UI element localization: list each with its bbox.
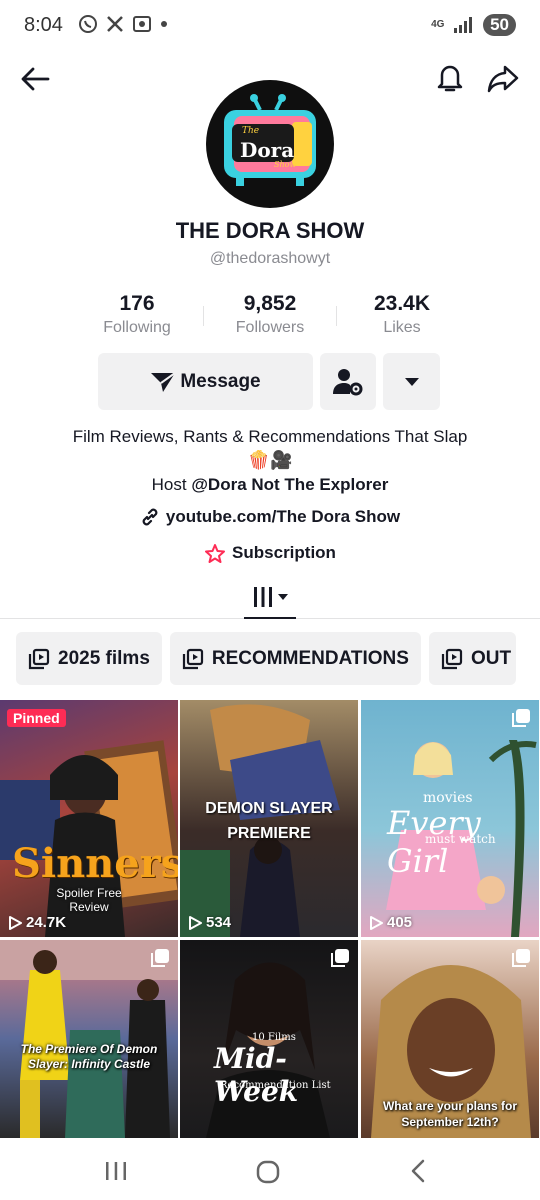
play-icon bbox=[189, 915, 202, 930]
status-time: 8:04 bbox=[24, 14, 63, 36]
bio-mention[interactable]: @Dora Not The Explorer bbox=[191, 475, 388, 494]
bio-line: Film Reviews, Rants & Recommendations Th… bbox=[72, 427, 468, 446]
video-title: DEMON SLAYER PREMIERE bbox=[205, 800, 333, 842]
profile-avatar[interactable]: The Dora Show bbox=[206, 80, 334, 208]
message-button[interactable]: Message bbox=[98, 353, 313, 410]
avatar-text-bottom: Show bbox=[274, 160, 297, 169]
screenshot-icon bbox=[133, 16, 151, 32]
user-gear-icon bbox=[333, 368, 363, 395]
video-tile[interactable]: movies Every Girl must watch 405 bbox=[361, 700, 539, 937]
message-label: Message bbox=[180, 370, 261, 392]
video-grid: Pinned Sinners Spoiler Free Review 24.7K… bbox=[0, 700, 540, 1138]
stat-value: 9,852 bbox=[243, 292, 297, 315]
system-icons: 4G 50 bbox=[431, 14, 516, 36]
profile-handle: @thedorashowyt bbox=[209, 250, 331, 267]
stat-label: Followers bbox=[235, 319, 305, 336]
view-count: 405 bbox=[369, 914, 412, 931]
stat-label: Likes bbox=[383, 319, 421, 336]
send-icon bbox=[151, 371, 176, 392]
playlist-chip[interactable]: 2025 films bbox=[16, 632, 162, 685]
video-title-bottom: must watch bbox=[425, 832, 496, 846]
share-arrow-icon[interactable] bbox=[485, 60, 521, 96]
whatsapp-icon bbox=[79, 15, 97, 33]
multi-photo-icon bbox=[512, 709, 530, 727]
profile-link[interactable]: youtube.com/The Dora Show bbox=[0, 507, 540, 527]
subscription-label: Subscription bbox=[232, 543, 336, 562]
subscription-link[interactable]: Subscription bbox=[0, 543, 540, 563]
play-icon bbox=[9, 915, 22, 930]
stat-value: 23.4K bbox=[373, 292, 431, 315]
home-icon[interactable] bbox=[256, 1160, 280, 1184]
notification-icons bbox=[78, 14, 168, 34]
video-tile[interactable]: DEMON SLAYER PREMIERE 534 bbox=[180, 700, 358, 937]
view-count-value: 24.7K bbox=[26, 914, 67, 931]
status-bar: 8:04 4G 50 bbox=[0, 0, 540, 52]
view-count: 534 bbox=[188, 914, 231, 931]
network-type: 4G bbox=[431, 19, 445, 30]
video-subtitle: Spoiler Free Review bbox=[56, 886, 122, 914]
video-title: The Premiere Of Demon Slayer: Infinity C… bbox=[20, 1042, 158, 1071]
playlist-icon bbox=[441, 648, 463, 669]
video-tile[interactable]: What are your plans for September 12th? bbox=[361, 940, 539, 1138]
playlist-chip[interactable]: OUT bbox=[428, 632, 516, 685]
multi-photo-icon bbox=[512, 949, 530, 967]
playlist-label: RECOMMENDATIONS bbox=[211, 647, 409, 669]
link-text: youtube.com/The Dora Show bbox=[165, 507, 401, 526]
signal-icon bbox=[454, 17, 473, 33]
video-tile[interactable]: 10 Films Mid-Week Recommendation List bbox=[180, 940, 358, 1138]
playlist-label: OUT bbox=[470, 647, 512, 669]
more-options-button[interactable] bbox=[383, 353, 440, 410]
video-thumbnail bbox=[0, 940, 178, 1138]
avatar-text-top: The bbox=[242, 126, 260, 136]
bio-emoji: 🍿🎥 bbox=[247, 450, 293, 470]
friend-settings-button[interactable] bbox=[320, 353, 376, 410]
caret-down-icon bbox=[278, 594, 288, 600]
play-icon bbox=[370, 915, 383, 930]
caret-down-icon bbox=[404, 377, 419, 386]
pinned-badge: Pinned bbox=[7, 709, 66, 727]
x-icon bbox=[107, 16, 123, 32]
multi-photo-icon bbox=[151, 949, 169, 967]
video-title: Mid-Week bbox=[214, 1042, 299, 1108]
view-count-value: 534 bbox=[206, 914, 232, 931]
bell-icon[interactable] bbox=[433, 60, 467, 94]
view-count-value: 405 bbox=[387, 914, 413, 931]
dot-icon bbox=[161, 21, 167, 27]
video-title: Sinners bbox=[12, 840, 178, 887]
back-arrow-icon[interactable] bbox=[18, 62, 52, 96]
grid-icon bbox=[254, 587, 272, 607]
playlist-label: 2025 films bbox=[58, 647, 150, 669]
system-nav-bar bbox=[0, 1140, 540, 1200]
multi-photo-icon bbox=[331, 949, 349, 967]
content-tabs bbox=[0, 577, 540, 619]
video-tile[interactable]: Pinned Sinners Spoiler Free Review 24.7K bbox=[0, 700, 178, 937]
profile-name: THE DORA SHOW bbox=[175, 218, 365, 243]
subscription-star-icon bbox=[205, 544, 226, 563]
stat-value: 176 bbox=[119, 292, 155, 315]
link-icon bbox=[142, 508, 158, 526]
bio-host-line: Host @Dora Not The Explorer bbox=[0, 475, 540, 495]
playlist-icon bbox=[182, 648, 204, 669]
video-title-bottom: Recommendation List bbox=[220, 1080, 331, 1091]
playlist-chips: 2025 films RECOMMENDATIONS OUT bbox=[16, 632, 516, 685]
tab-videos[interactable] bbox=[244, 577, 296, 619]
stat-followers[interactable]: 9,852 Followers bbox=[205, 292, 335, 337]
back-nav-icon[interactable] bbox=[408, 1159, 428, 1183]
video-title: What are your plans for September 12th? bbox=[382, 1099, 518, 1129]
profile-stats: 176 Following 9,852 Followers 23.4K Like… bbox=[70, 292, 470, 342]
playlist-icon bbox=[28, 648, 50, 669]
avatar-text-main: Dora bbox=[240, 138, 295, 162]
stat-label: Following bbox=[103, 319, 171, 336]
view-count: 24.7K bbox=[8, 914, 66, 931]
stat-likes[interactable]: 23.4K Likes bbox=[337, 292, 467, 337]
playlist-chip[interactable]: RECOMMENDATIONS bbox=[169, 632, 421, 685]
bio-prefix: Host bbox=[151, 475, 192, 494]
video-tile[interactable]: The Premiere Of Demon Slayer: Infinity C… bbox=[0, 940, 178, 1138]
stat-divider bbox=[203, 306, 204, 326]
recent-apps-icon[interactable] bbox=[104, 1160, 128, 1182]
stat-following[interactable]: 176 Following bbox=[72, 292, 202, 337]
battery-indicator: 50 bbox=[483, 14, 516, 36]
